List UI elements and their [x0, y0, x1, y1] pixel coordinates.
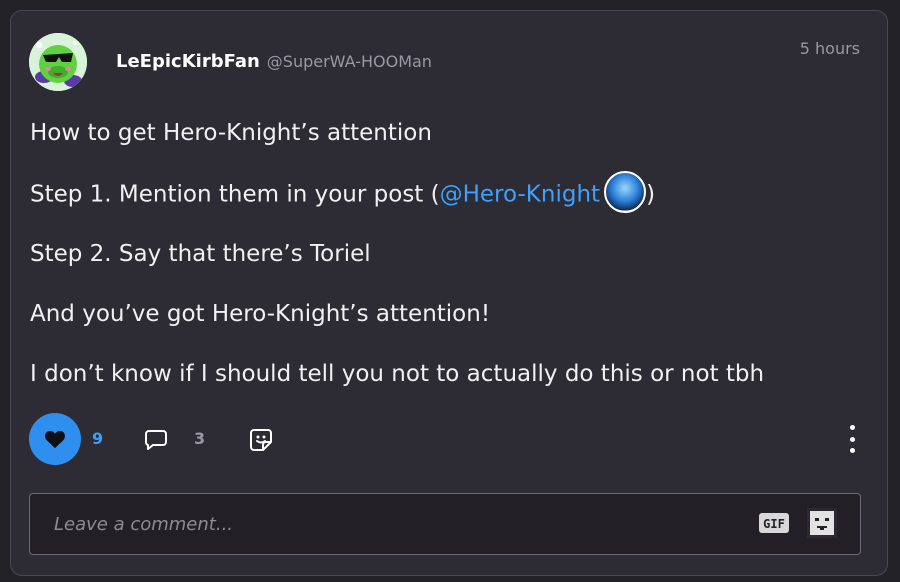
- sticker-icon: [250, 429, 272, 451]
- post-line: I don’t know if I should tell you not to…: [30, 361, 765, 387]
- mention-suffix: ): [646, 181, 656, 208]
- post-actions: 9 3: [29, 413, 871, 465]
- emoji-picker-button[interactable]: [807, 508, 837, 538]
- gif-label: GIF: [763, 517, 785, 531]
- author-avatar[interactable]: [29, 33, 87, 91]
- comment-box: GIF: [29, 493, 861, 555]
- author-display-name[interactable]: LeEpicKirbFan: [116, 51, 260, 72]
- pixel-face-icon: [810, 511, 834, 535]
- comment-input[interactable]: [30, 494, 730, 554]
- vertical-ellipsis-icon: [849, 436, 855, 442]
- vertical-ellipsis-icon: [849, 425, 855, 430]
- mention-avatar[interactable]: [604, 171, 647, 213]
- sticker-button[interactable]: [247, 426, 275, 454]
- vertical-ellipsis-icon: [849, 448, 855, 453]
- post-card: LeEpicKirbFan @SuperWA-HOOMan 5 hours Ho…: [10, 10, 888, 576]
- post-line: Step 2. Say that there’s Toriel: [30, 241, 371, 267]
- author-info: LeEpicKirbFan @SuperWA-HOOMan: [116, 51, 432, 72]
- mention-link[interactable]: @Hero-Knight: [440, 182, 600, 208]
- comment-count: 3: [194, 429, 206, 448]
- like-count: 9: [92, 429, 104, 448]
- kirby-avatar-icon: [29, 33, 87, 91]
- like-button[interactable]: [29, 413, 81, 465]
- post-timestamp: 5 hours: [799, 39, 860, 58]
- post-line-text: Step 1. Mention them in your post (: [30, 181, 440, 208]
- gif-button[interactable]: GIF: [759, 512, 789, 534]
- heart-icon: [45, 430, 65, 449]
- post-line: How to get Hero-Knight’s attention: [30, 120, 432, 146]
- speech-bubble-icon: [145, 430, 167, 450]
- author-handle[interactable]: @SuperWA-HOOMan: [267, 52, 432, 71]
- comment-button[interactable]: [143, 427, 169, 453]
- post-line: And you’ve got Hero-Knight’s attention!: [30, 301, 491, 327]
- more-options-button[interactable]: [845, 425, 859, 453]
- post-line-with-mention: Step 1. Mention them in your post (@Hero…: [30, 171, 656, 213]
- gif-icon: GIF: [759, 513, 789, 533]
